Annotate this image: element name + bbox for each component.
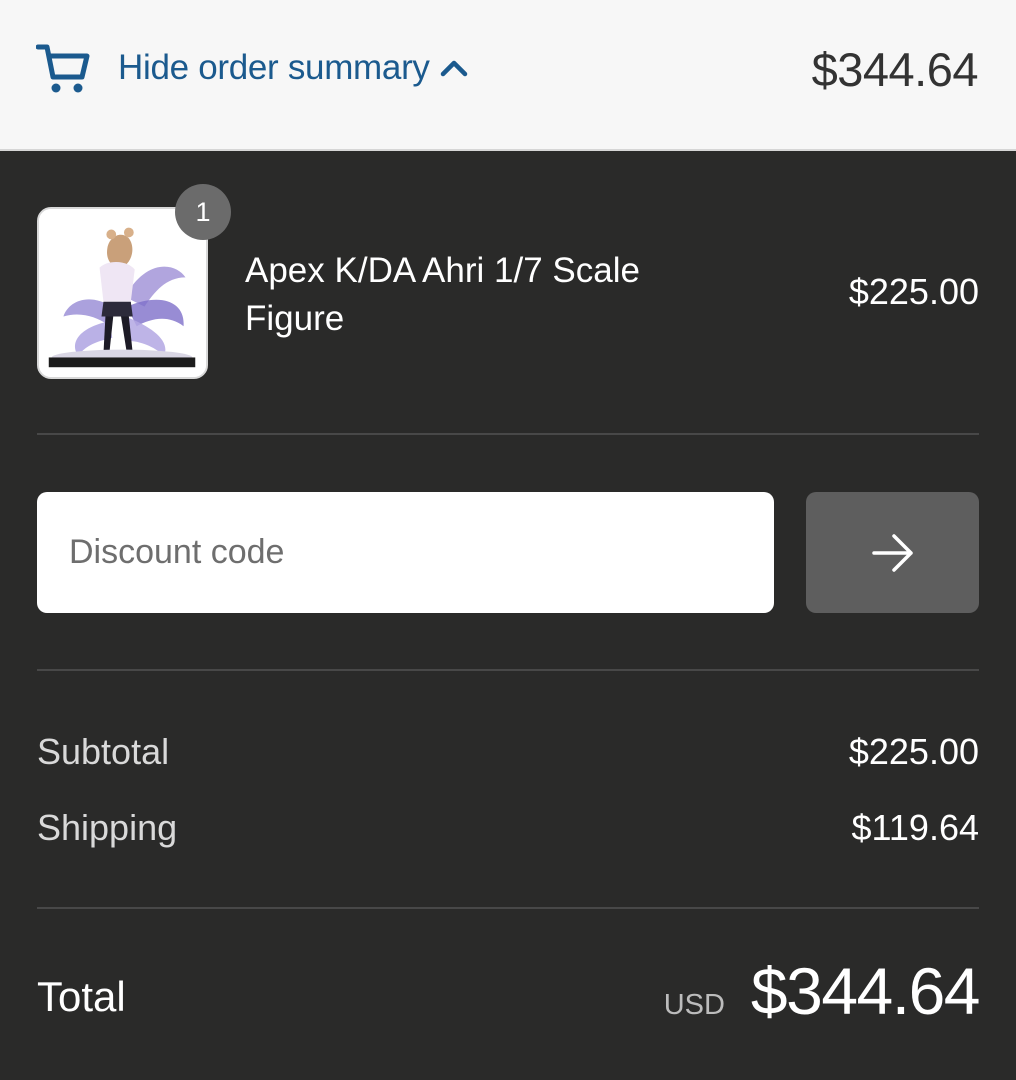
shipping-label: Shipping — [37, 807, 178, 848]
shipping-value: $119.64 — [851, 807, 979, 848]
arrow-right-icon — [871, 533, 913, 572]
subtotal-label: Subtotal — [37, 731, 170, 772]
divider — [37, 433, 979, 435]
divider — [37, 907, 979, 909]
shipping-row: Shipping $119.64 — [37, 807, 979, 857]
apply-discount-button[interactable] — [806, 492, 979, 613]
order-summary-toggle-label: Hide order summary — [118, 48, 430, 87]
currency-code: USD — [663, 989, 725, 1021]
line-item: 1 Apex K/DA Ahri 1/7 Scale Figure $225.0… — [37, 184, 979, 379]
total-label: Total — [37, 973, 126, 1020]
header-total-price: $344.64 — [811, 43, 979, 96]
order-summary-panel: 1 Apex K/DA Ahri 1/7 Scale Figure $225.0… — [0, 153, 1016, 1080]
discount-code-input[interactable] — [37, 492, 774, 613]
total-row: Total USD $344.64 — [37, 953, 981, 1033]
subtotal-row: Subtotal $225.00 — [37, 731, 979, 781]
chevron-up-icon — [440, 60, 467, 77]
product-price: $225.00 — [848, 271, 979, 312]
order-summary-bar: Hide order summary $344.64 — [0, 0, 1016, 151]
total-amount-group: USD $344.64 — [663, 953, 981, 1029]
product-thumbnail — [37, 207, 208, 379]
figure-thumbnail — [39, 209, 206, 377]
quantity-badge: 1 — [175, 184, 231, 240]
total-amount: $344.64 — [750, 954, 981, 1028]
product-name: Apex K/DA Ahri 1/7 Scale Figure — [245, 251, 640, 338]
divider — [37, 669, 979, 671]
cart-icon — [36, 44, 90, 93]
order-summary-toggle[interactable]: Hide order summary — [36, 38, 468, 98]
subtotal-value: $225.00 — [848, 731, 979, 772]
